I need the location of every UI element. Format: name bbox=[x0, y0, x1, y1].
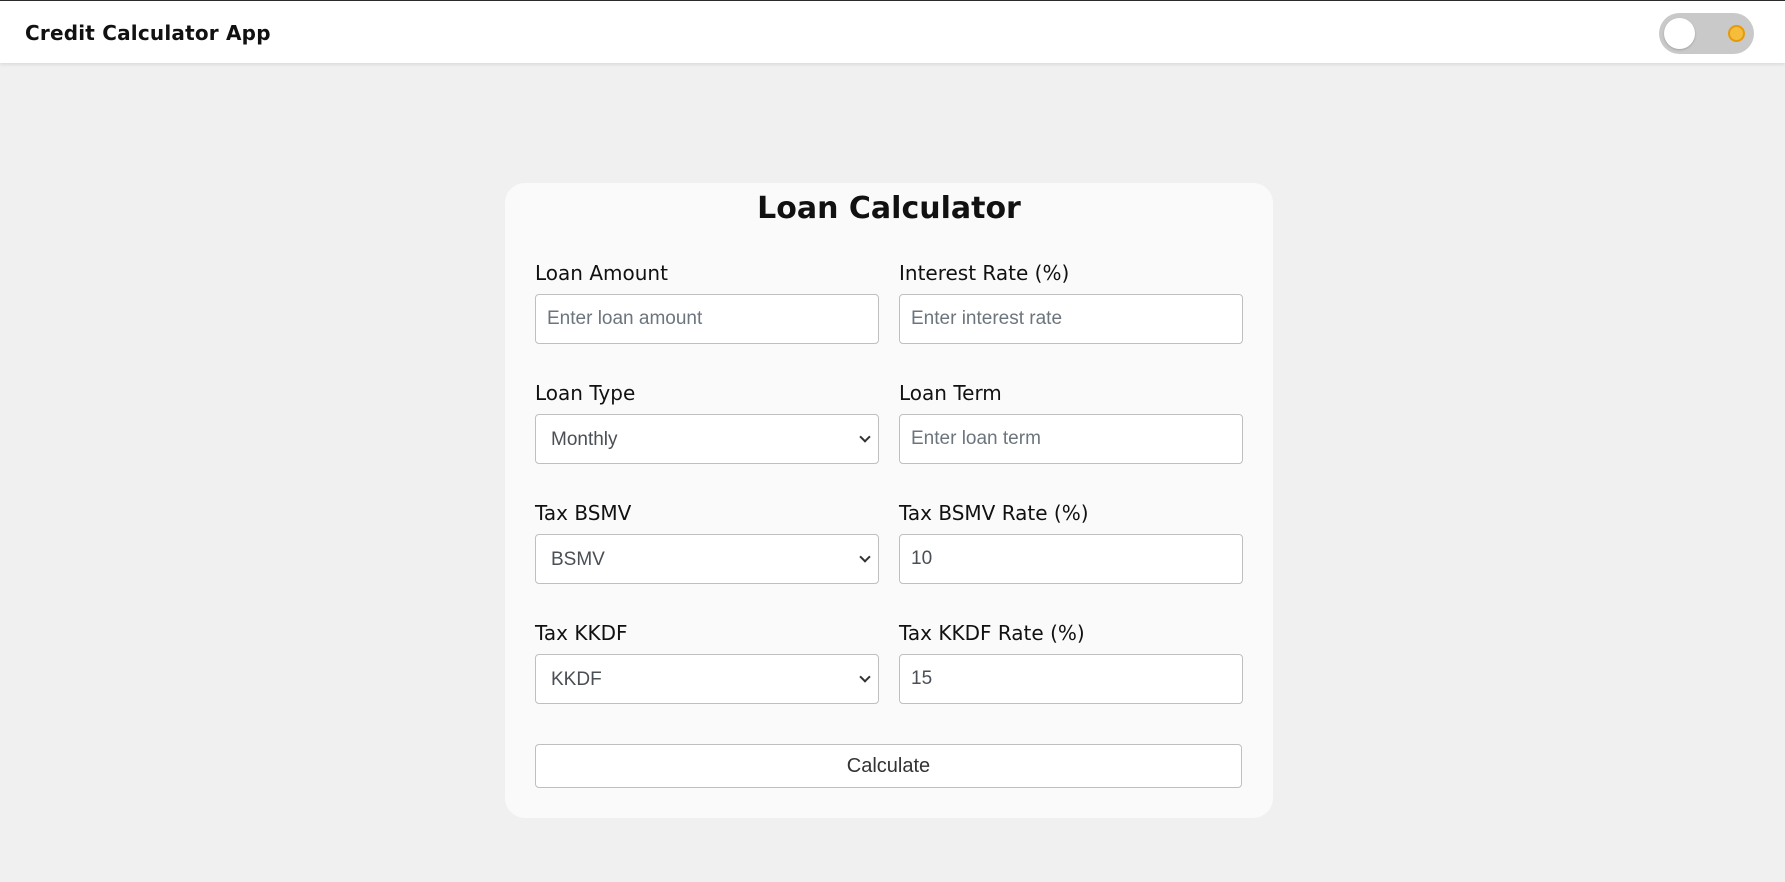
loan-amount-input[interactable] bbox=[535, 294, 879, 344]
tax-kkdf-rate-label: Tax KKDF Rate (%) bbox=[899, 621, 1085, 645]
tax-bsmv-label: Tax BSMV bbox=[535, 501, 632, 525]
sun-icon bbox=[1728, 25, 1745, 42]
tax-bsmv-select[interactable]: BSMV bbox=[535, 534, 879, 584]
interest-rate-label: Interest Rate (%) bbox=[899, 261, 1070, 285]
theme-toggle[interactable] bbox=[1659, 13, 1754, 54]
calculate-button[interactable]: Calculate bbox=[535, 744, 1242, 788]
interest-rate-input[interactable] bbox=[899, 294, 1243, 344]
loan-calculator-card: Loan Calculator Loan Amount Interest Rat… bbox=[505, 183, 1273, 818]
form-title: Loan Calculator bbox=[757, 191, 1021, 226]
loan-type-select[interactable]: Monthly bbox=[535, 414, 879, 464]
tax-bsmv-rate-input[interactable] bbox=[899, 534, 1243, 584]
loan-term-label: Loan Term bbox=[899, 381, 1002, 405]
tax-kkdf-select[interactable]: KKDF bbox=[535, 654, 879, 704]
tax-kkdf-label: Tax KKDF bbox=[535, 621, 628, 645]
toggle-knob bbox=[1664, 18, 1695, 49]
loan-term-input[interactable] bbox=[899, 414, 1243, 464]
tax-bsmv-rate-label: Tax BSMV Rate (%) bbox=[899, 501, 1089, 525]
loan-amount-label: Loan Amount bbox=[535, 261, 668, 285]
top-navbar: Credit Calculator App bbox=[0, 0, 1785, 63]
loan-type-label: Loan Type bbox=[535, 381, 636, 405]
tax-kkdf-rate-input[interactable] bbox=[899, 654, 1243, 704]
app-title: Credit Calculator App bbox=[25, 21, 271, 45]
